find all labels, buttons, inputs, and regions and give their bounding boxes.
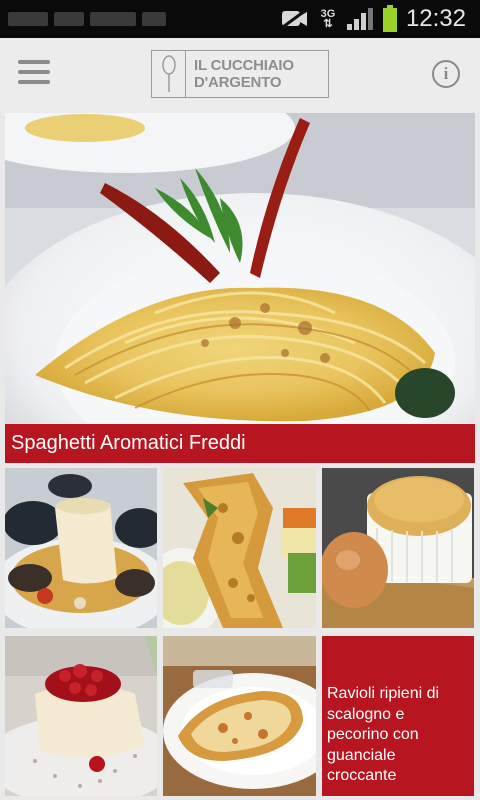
featured-recipe-title[interactable]: Spaghetti Aromatici Freddi: [5, 424, 475, 463]
recipe-tile-ravioli[interactable]: Ravioli ripieni di scalogno e pecorino c…: [322, 636, 474, 796]
recipe-tile-ravioli-title: Ravioli ripieni di scalogno e pecorino c…: [327, 685, 440, 784]
recipe-tile-cutlet[interactable]: [163, 636, 316, 796]
network-type: 3G ⇅: [318, 9, 338, 30]
brand-line-2: D'ARGENTO: [194, 74, 282, 91]
info-button[interactable]: i: [432, 60, 460, 88]
app-logo: IL CUCCHIAIO D'ARGENTO: [151, 50, 329, 98]
signal-strength-icon: [346, 8, 373, 30]
system-icons: 3G ⇅ 12:32: [280, 4, 466, 34]
status-bar: 3G ⇅ 12:32: [0, 0, 480, 38]
recipe-tile-panna-cotta[interactable]: [5, 636, 157, 796]
brand-name: IL CUCCHIAIO D'ARGENTO: [186, 57, 294, 91]
battery-icon: [382, 5, 397, 32]
featured-recipe-image[interactable]: [5, 113, 475, 463]
notification-icons: [8, 10, 168, 28]
spoon-icon: [152, 51, 186, 97]
recipe-tile-mussels-pasta[interactable]: [5, 468, 157, 628]
info-icon: i: [443, 64, 449, 83]
app-bar: IL CUCCHIAIO D'ARGENTO i: [0, 38, 480, 110]
menu-button[interactable]: [16, 58, 52, 88]
data-arrows-icon: ⇅: [323, 18, 333, 30]
hamburger-menu-icon: [18, 60, 50, 64]
brand-line-1: IL CUCCHIAIO: [194, 57, 294, 74]
recipe-tile-souffle-egg[interactable]: [322, 468, 474, 628]
clock: 12:32: [405, 5, 466, 32]
recipe-tile-fried-fish[interactable]: [163, 468, 316, 628]
silent-mode-icon: [281, 8, 307, 29]
